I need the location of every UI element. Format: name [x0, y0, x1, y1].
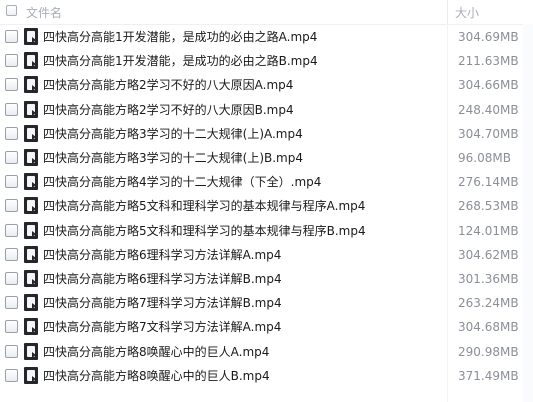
file-name[interactable]: 四快高分高能1开发潜能，是成功的必由之路A.mp4: [43, 29, 317, 45]
file-name[interactable]: 四快高分高能方略2学习不好的八大原因B.mp4: [43, 102, 294, 118]
row-checkbox[interactable]: [5, 175, 18, 189]
file-list: 文件名 大小 四快高分高能1开发潜能，是成功的必由之路A.mp4 304.69MB…: [0, 0, 533, 402]
file-size: 304.70MB: [458, 126, 519, 141]
file-row[interactable]: 四快高分高能方略6理科学习方法详解A.mp4 304.62MB: [0, 243, 522, 267]
video-file-icon: [24, 221, 38, 239]
row-checkbox[interactable]: [5, 78, 18, 92]
row-checkbox[interactable]: [5, 30, 18, 43]
video-file-icon: [24, 318, 38, 336]
video-file-icon: [24, 124, 38, 142]
video-file-icon: [24, 28, 38, 45]
file-name[interactable]: 四快高分高能方略8唤醒心中的巨人A.mp4: [43, 344, 269, 360]
video-file-icon: [24, 197, 38, 215]
file-name[interactable]: 四快高分高能方略7文科学习方法详解A.mp4: [43, 319, 281, 335]
file-row[interactable]: 四快高分高能方略8唤醒心中的巨人B.mp4 371.49MB: [0, 364, 522, 388]
video-file-icon: [24, 294, 38, 312]
video-file-icon: [24, 76, 38, 94]
video-file-icon: [24, 173, 38, 191]
file-name[interactable]: 四快高分高能方略6理科学习方法详解A.mp4: [43, 247, 281, 263]
select-all-checkbox[interactable]: [6, 5, 17, 16]
video-file-icon: [24, 52, 38, 70]
list-header: 文件名 大小: [0, 0, 533, 25]
file-row[interactable]: 四快高分高能方略8唤醒心中的巨人A.mp4 290.98MB: [0, 340, 522, 364]
file-size: 248.40MB: [458, 102, 519, 117]
file-size: 304.62MB: [458, 247, 519, 262]
column-separator: [447, 0, 448, 24]
column-header-size[interactable]: 大小: [455, 4, 479, 21]
file-row[interactable]: 四快高分高能方略5文科和理科学习的基本规律与程序A.mp4 268.53MB: [0, 194, 522, 218]
file-size: 304.69MB: [458, 30, 519, 44]
row-checkbox[interactable]: [5, 320, 18, 334]
file-row[interactable]: 四快高分高能方略4学习的十二大规律（下全）.mp4 276.14MB: [0, 170, 522, 194]
row-checkbox[interactable]: [5, 151, 18, 164]
file-size: 124.01MB: [458, 223, 519, 238]
file-name[interactable]: 四快高分高能方略3学习的十二大规律(上)A.mp4: [43, 126, 303, 142]
file-name[interactable]: 四快高分高能方略6理科学习方法详解B.mp4: [43, 271, 282, 287]
row-checkbox[interactable]: [5, 272, 18, 285]
file-name[interactable]: 四快高分高能方略5文科和理科学习的基本规律与程序A.mp4: [43, 198, 365, 214]
file-row[interactable]: 四快高分高能方略3学习的十二大规律(上)A.mp4 304.70MB: [0, 122, 522, 146]
file-row[interactable]: 四快高分高能方略7理科学习方法详解B.mp4 263.24MB: [0, 291, 522, 315]
file-size: 276.14MB: [458, 175, 519, 190]
row-checkbox[interactable]: [5, 247, 18, 261]
file-row[interactable]: 四快高分高能方略7文科学习方法详解A.mp4 304.68MB: [0, 315, 522, 339]
video-file-icon: [24, 149, 38, 166]
file-row[interactable]: 四快高分高能方略2学习不好的八大原因B.mp4 248.40MB: [0, 98, 522, 122]
file-name[interactable]: 四快高分高能方略5文科和理科学习的基本规律与程序B.mp4: [43, 223, 366, 239]
file-name[interactable]: 四快高分高能方略8唤醒心中的巨人B.mp4: [43, 368, 270, 384]
file-row[interactable]: 四快高分高能1开发潜能，是成功的必由之路A.mp4 304.69MB: [0, 25, 522, 49]
row-checkbox[interactable]: [5, 102, 18, 116]
video-file-icon: [24, 245, 38, 263]
file-name[interactable]: 四快高分高能方略4学习的十二大规律（下全）.mp4: [43, 174, 321, 190]
row-checkbox[interactable]: [5, 368, 18, 382]
file-size: 301.36MB: [458, 272, 519, 286]
vertical-scrollbar[interactable]: [523, 24, 533, 402]
file-row[interactable]: 四快高分高能方略3学习的十二大规律(上)B.mp4 96.08MB: [0, 146, 522, 170]
row-checkbox[interactable]: [5, 223, 18, 237]
file-size: 371.49MB: [458, 368, 519, 383]
file-size: 263.24MB: [458, 296, 519, 311]
file-size: 96.08MB: [458, 151, 511, 165]
file-size: 268.53MB: [458, 199, 519, 214]
row-checkbox[interactable]: [5, 344, 18, 358]
file-row[interactable]: 四快高分高能方略2学习不好的八大原因A.mp4 304.66MB: [0, 73, 522, 97]
file-row[interactable]: 四快高分高能1开发潜能，是成功的必由之路B.mp4 211.63MB: [0, 49, 522, 73]
file-name[interactable]: 四快高分高能方略2学习不好的八大原因A.mp4: [43, 77, 293, 93]
row-checkbox[interactable]: [5, 126, 18, 140]
row-checkbox[interactable]: [5, 54, 18, 68]
file-size: 304.68MB: [458, 320, 519, 335]
row-checkbox[interactable]: [5, 199, 18, 213]
row-checkbox[interactable]: [5, 296, 18, 310]
file-name[interactable]: 四快高分高能1开发潜能，是成功的必由之路B.mp4: [43, 53, 318, 69]
file-row[interactable]: 四快高分高能方略6理科学习方法详解B.mp4 301.36MB: [0, 267, 522, 291]
video-file-icon: [24, 366, 38, 384]
file-row[interactable]: 四快高分高能方略5文科和理科学习的基本规律与程序B.mp4 124.01MB: [0, 219, 522, 243]
video-file-icon: [24, 342, 38, 360]
column-header-name[interactable]: 文件名: [26, 4, 62, 21]
file-name[interactable]: 四快高分高能方略7理科学习方法详解B.mp4: [43, 295, 282, 311]
video-file-icon: [24, 100, 38, 118]
video-file-icon: [24, 270, 38, 287]
file-size: 290.98MB: [458, 344, 519, 359]
file-size: 304.66MB: [458, 78, 519, 93]
file-size: 211.63MB: [458, 54, 519, 69]
file-name[interactable]: 四快高分高能方略3学习的十二大规律(上)B.mp4: [43, 150, 303, 166]
